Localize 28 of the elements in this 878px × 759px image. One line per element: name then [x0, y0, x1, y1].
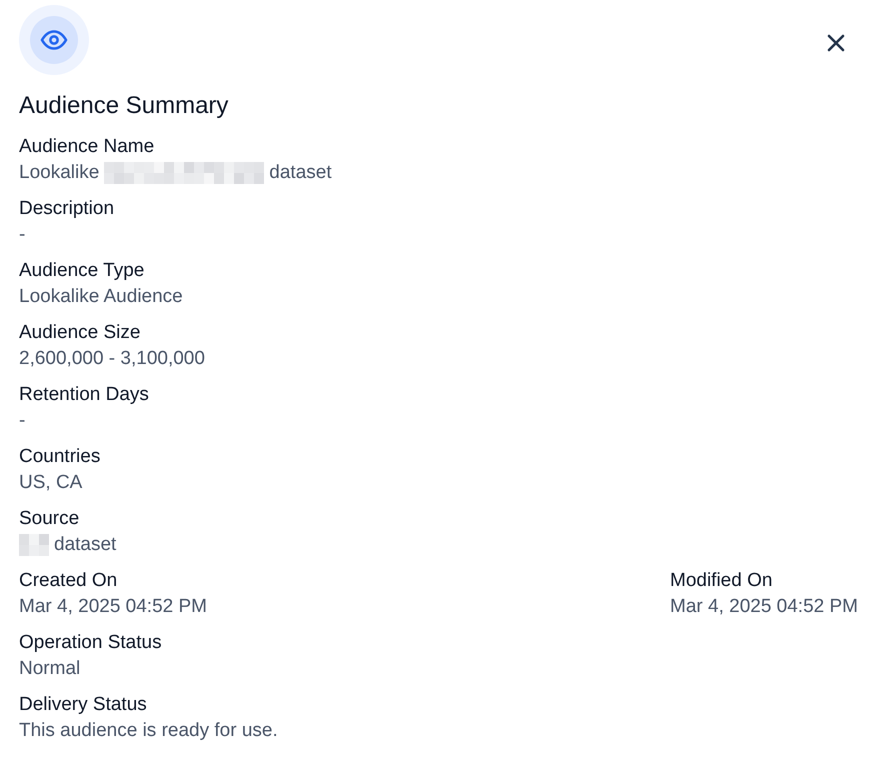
field-label: Created On	[19, 569, 118, 593]
field-value: Mar 4, 2025 04:52 PM	[670, 595, 858, 619]
field-label: Source	[19, 507, 80, 531]
field-label: Audience Name	[19, 135, 156, 159]
field-value: -	[19, 223, 26, 247]
field-value: -	[19, 409, 26, 433]
field-label: Audience Size	[19, 321, 142, 345]
redaction-drawing	[19, 534, 49, 556]
field-value: dataset	[54, 533, 116, 557]
field-value: 2,600,000 - 3,100,000	[19, 347, 205, 371]
eye-icon	[19, 5, 89, 75]
field-value: US, CA	[19, 471, 84, 495]
field-value: dataset	[269, 161, 332, 185]
close-button[interactable]	[827, 34, 845, 52]
field-value: Lookalike	[19, 161, 100, 185]
panel-title: Audience Summary	[19, 91, 230, 121]
field-label: Audience Type	[19, 259, 146, 283]
field-value: This audience is ready for use.	[19, 719, 278, 743]
field-value: Normal	[19, 657, 82, 681]
field-label: Retention Days	[19, 383, 149, 407]
field-label: Modified On	[670, 569, 774, 593]
field-label: Description	[19, 197, 114, 221]
field-value: Lookalike Audience	[19, 285, 183, 309]
field-value: Mar 4, 2025 04:52 PM	[19, 595, 207, 619]
field-label: Countries	[19, 445, 100, 469]
field-label: Operation Status	[19, 631, 162, 655]
field-label: Delivery Status	[19, 693, 148, 717]
close-icon	[827, 34, 845, 52]
